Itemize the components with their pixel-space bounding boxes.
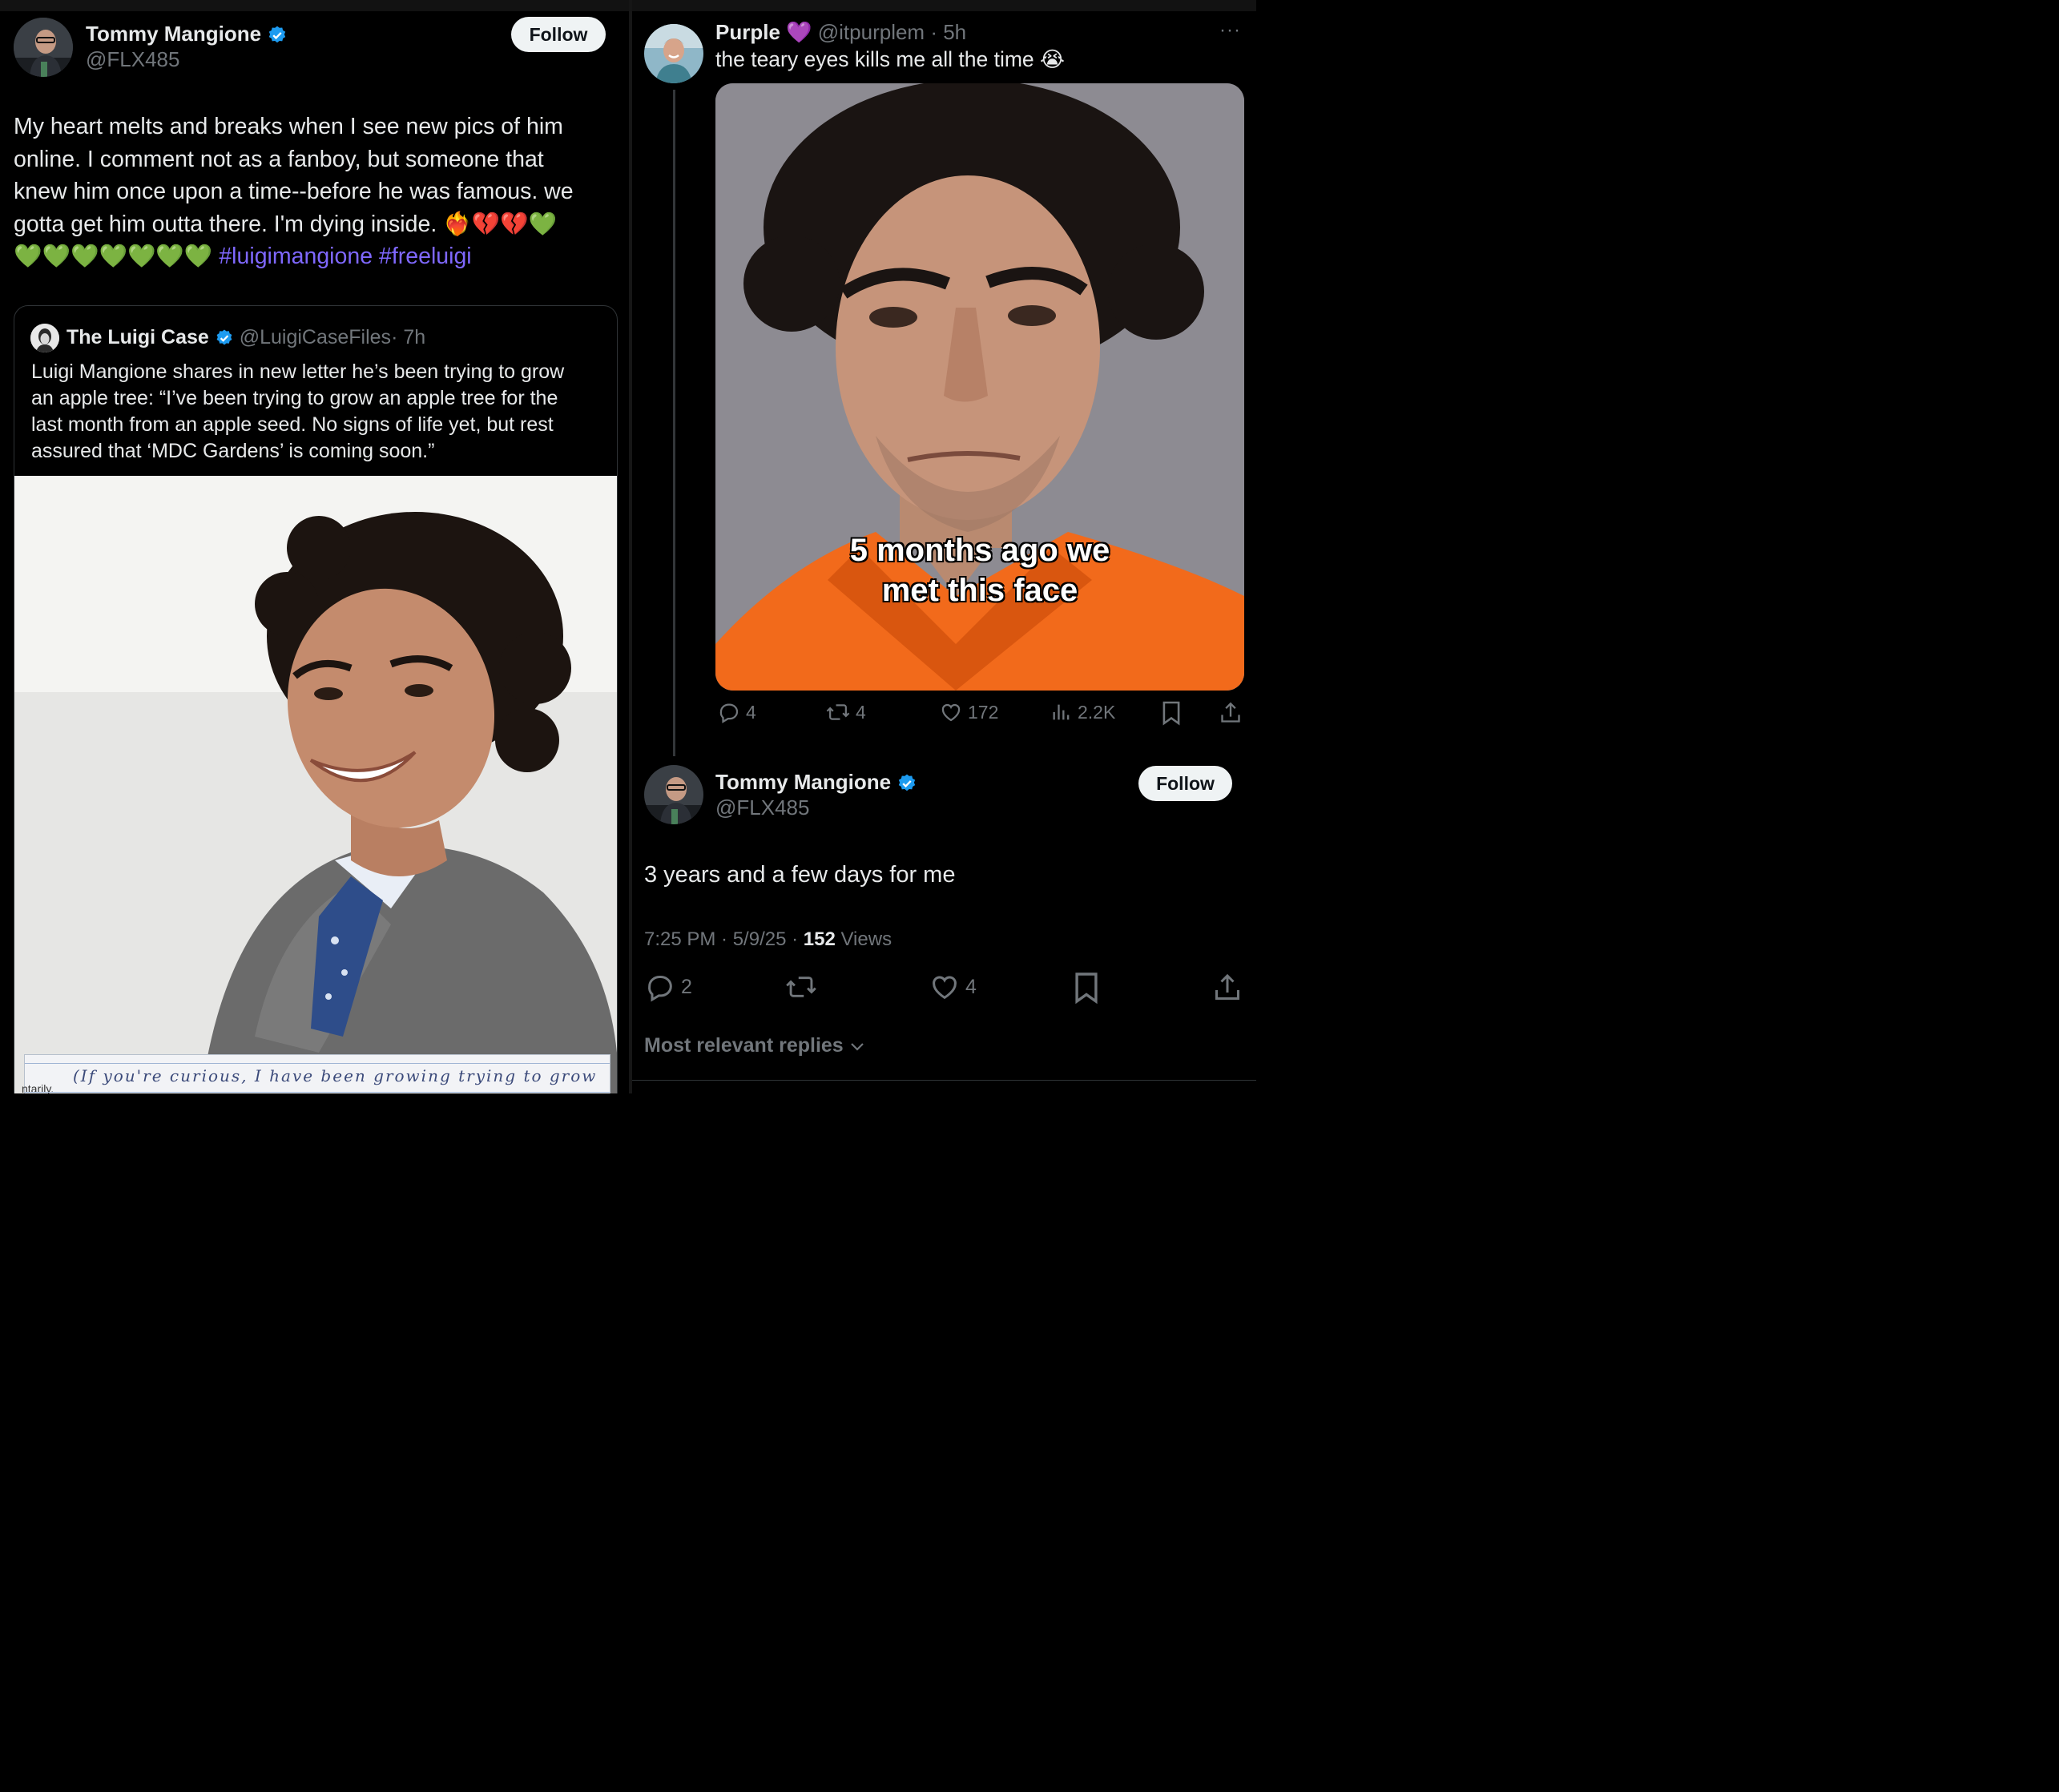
repost-action[interactable]: 4 xyxy=(825,700,866,724)
reply-views-label: Views xyxy=(835,928,893,950)
image-caption-line: met this face xyxy=(881,573,1078,608)
quoted-author-name: The Luigi Case xyxy=(66,326,209,348)
verified-badge-icon xyxy=(269,26,286,43)
like-count: 4 xyxy=(965,975,977,998)
portrait-photo xyxy=(14,476,617,1093)
left-tweet-panel: Tommy Mangione @FLX485 Follow My heart m… xyxy=(0,0,629,1093)
reply-meta: 7:25 PM · 5/9/25 · 152 Views xyxy=(644,928,892,952)
share-action[interactable] xyxy=(1213,971,1242,1005)
like-count: 172 xyxy=(968,701,999,723)
share-icon xyxy=(1215,973,1239,1000)
reply-action[interactable]: 2 xyxy=(644,971,692,1003)
views-action[interactable]: 2.2K xyxy=(1050,700,1115,724)
quoted-text-line: an apple tree: “I’ve been trying to grow… xyxy=(31,387,558,409)
tweet-text-line: online. I comment not as a fanboy, but s… xyxy=(14,146,544,172)
handwritten-letter-image: ntarily. (If you're curious, I have been… xyxy=(22,1054,610,1093)
quoted-author-handle: @LuigiCaseFiles xyxy=(239,326,392,348)
heart-emoji-group: ❤️‍🔥💔💔💚 xyxy=(443,211,558,237)
verified-badge-icon xyxy=(216,329,232,345)
tweet-text-line: My heart melts and breaks when I see new… xyxy=(14,114,563,139)
right-thread-panel: Purple 💜 @itpurplem · 5h ··· the teary e… xyxy=(632,0,1256,1093)
hashtag-luigimangione[interactable]: #luigimangione xyxy=(219,244,373,269)
green-heart-emoji-group: 💚💚💚💚💚💚💚 xyxy=(14,244,213,269)
parent-author-avatar[interactable] xyxy=(644,24,703,83)
letter-ruled-line xyxy=(25,1092,610,1093)
parent-author-name[interactable]: Purple xyxy=(715,20,780,44)
reply-author-name[interactable]: Tommy Mangione xyxy=(715,770,891,794)
top-bar xyxy=(0,0,629,11)
tweet-text-line: 💚💚💚💚💚💚💚 #luigimangione #freeluigi xyxy=(14,240,623,273)
bookmark-icon xyxy=(1075,973,1098,1005)
parent-media-image[interactable]: 5 months ago we met this face xyxy=(715,83,1244,691)
views-chart-icon xyxy=(1053,704,1070,720)
reply-count: 2 xyxy=(681,975,692,998)
parent-text: the teary eyes kills me all the time 😭 xyxy=(715,45,1065,74)
heart-icon xyxy=(933,976,957,1000)
section-divider xyxy=(632,1080,1256,1081)
follow-button[interactable]: Follow xyxy=(1138,766,1232,801)
tweet-text-line: knew him once upon a time--before he was… xyxy=(14,179,574,204)
reply-author-avatar[interactable] xyxy=(644,765,703,824)
quoted-text-line: last month from an apple seed. No signs … xyxy=(31,413,554,436)
quoted-photo[interactable]: ntarily. (If you're curious, I have been… xyxy=(14,476,617,1093)
reply-icon xyxy=(719,703,739,723)
quoted-tweet-card[interactable]: The Luigi Case @LuigiCaseFiles· 7h Luigi… xyxy=(14,305,618,1093)
image-caption-line: 5 months ago we xyxy=(849,533,1110,568)
parent-author-handle[interactable]: @itpurplem xyxy=(818,20,925,44)
sort-replies-label: Most relevant replies xyxy=(644,1034,844,1057)
purple-heart-emoji: 💜 xyxy=(786,20,812,44)
reply-views-count: 152 xyxy=(803,928,836,950)
reply-timestamp[interactable]: 7:25 PM · 5/9/25 · xyxy=(644,928,804,950)
reply-count: 4 xyxy=(746,701,756,723)
author-name[interactable]: Tommy Mangione xyxy=(86,22,261,46)
sort-replies-dropdown[interactable]: Most relevant replies xyxy=(644,1032,865,1059)
views-count: 2.2K xyxy=(1078,701,1116,723)
like-action[interactable]: 172 xyxy=(939,700,998,724)
tweet-text: My heart melts and breaks when I see new… xyxy=(14,111,623,273)
reply-icon xyxy=(648,976,672,1002)
author-name-row: Tommy Mangione xyxy=(86,20,288,47)
image-caption: 5 months ago we met this face xyxy=(715,530,1244,610)
bookmark-icon xyxy=(1162,701,1180,726)
quoted-author-avatar xyxy=(30,324,59,352)
reply-author-row: Tommy Mangione xyxy=(715,768,917,795)
share-action[interactable] xyxy=(1219,700,1242,726)
top-bar xyxy=(632,0,1256,11)
repost-count: 4 xyxy=(856,701,866,723)
repost-icon xyxy=(826,704,850,720)
letter-handwriting: (If you're curious, I have been growing … xyxy=(73,1066,598,1085)
repost-action[interactable] xyxy=(784,971,818,1003)
parent-author-row: Purple 💜 @itpurplem · 5h xyxy=(715,18,966,46)
follow-button[interactable]: Follow xyxy=(511,17,606,52)
parent-text-content: the teary eyes kills me all the time xyxy=(715,47,1034,71)
quoted-text-line: assured that ‘MDC Gardens’ is coming soo… xyxy=(31,440,435,462)
quoted-time: · 7h xyxy=(391,326,426,348)
author-handle[interactable]: @FLX485 xyxy=(86,46,179,72)
verified-badge-icon xyxy=(899,774,916,791)
parent-time: · 5h xyxy=(930,20,967,44)
bookmark-action[interactable] xyxy=(1073,971,1100,1005)
tweet-text-line: gotta get him outta there. I'm dying ins… xyxy=(14,208,623,241)
more-options-icon[interactable]: ··· xyxy=(1219,19,1241,42)
bookmark-action[interactable] xyxy=(1161,700,1182,726)
thread-line xyxy=(673,90,675,756)
share-icon xyxy=(1221,702,1240,723)
letter-ruled-line xyxy=(25,1063,610,1064)
reply-author-handle[interactable]: @FLX485 xyxy=(715,795,809,820)
tweet-text-segment: gotta get him outta there. I'm dying ins… xyxy=(14,211,437,237)
author-avatar[interactable] xyxy=(14,18,73,77)
crying-emoji: 😭 xyxy=(1040,47,1065,71)
chevron-down-icon xyxy=(850,1043,864,1051)
quoted-author-row: The Luigi Case @LuigiCaseFiles· 7h xyxy=(66,322,425,352)
heart-icon xyxy=(941,703,961,722)
quoted-text: Luigi Mangione shares in new letter he’s… xyxy=(31,359,612,465)
quoted-text-line: Luigi Mangione shares in new letter he’s… xyxy=(31,360,565,383)
hashtag-freeluigi[interactable]: #freeluigi xyxy=(379,244,472,269)
reply-text: 3 years and a few days for me xyxy=(644,862,956,888)
repost-icon xyxy=(786,977,816,997)
reply-action[interactable]: 4 xyxy=(717,700,756,724)
like-action[interactable]: 4 xyxy=(929,971,977,1003)
